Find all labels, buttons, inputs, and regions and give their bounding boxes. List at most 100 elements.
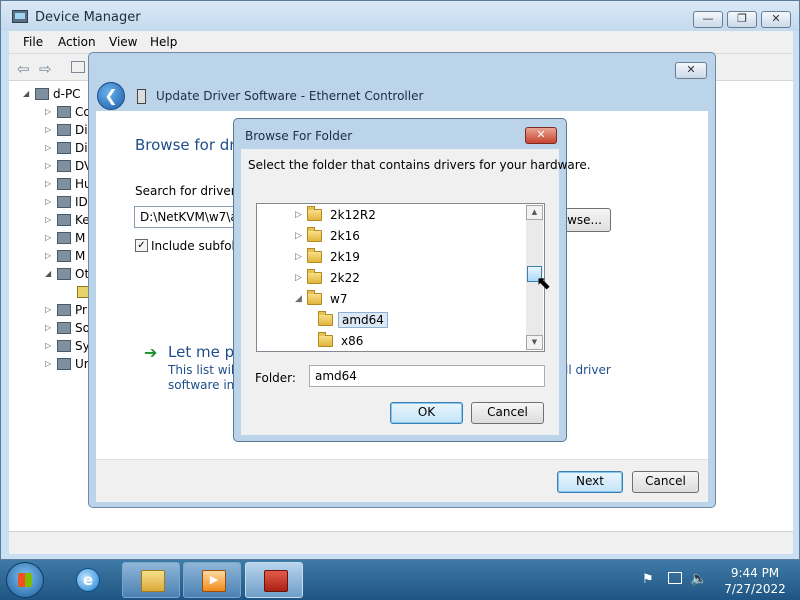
expand-icon[interactable]: ▷: [45, 341, 51, 350]
browse-cancel-button[interactable]: Cancel: [471, 402, 544, 424]
device-manager-titlebar[interactable]: Device Manager — ❐ ✕: [1, 1, 799, 31]
speaker-icon: [57, 322, 71, 334]
folder-label: Folder:: [255, 371, 296, 385]
back-arrow-icon[interactable]: ⇦: [17, 60, 30, 78]
expand-icon[interactable]: ▷: [45, 125, 51, 134]
expand-icon[interactable]: ▷: [295, 273, 302, 283]
driver-path-input[interactable]: D:\NetKVM\w7\an: [134, 206, 246, 228]
clock-date[interactable]: 7/27/2022: [715, 582, 795, 596]
wizard-title: Update Driver Software - Ethernet Contro…: [156, 89, 424, 103]
folder-item-2k12r2[interactable]: ▷ 2k12R2: [295, 206, 405, 226]
folder-input[interactable]: amd64: [309, 365, 545, 387]
folder-icon: [318, 311, 333, 326]
folder-tree: ▷ 2k12R2 ▷ 2k16 ▷ 2k19 ▷ 2k22 ◢ w7 amd64: [256, 203, 545, 352]
status-bar: [9, 531, 793, 554]
folder-icon: [307, 269, 322, 284]
collapse-icon[interactable]: ◢: [45, 269, 51, 278]
folder-icon: [307, 248, 322, 263]
let-me-pick-link[interactable]: Let me pi: [168, 343, 238, 361]
browse-for-folder-dialog: Browse For Folder ✕ Select the folder th…: [233, 118, 591, 442]
device-category-icon: [57, 304, 71, 316]
wizard-footer: Next Cancel: [96, 459, 708, 502]
expand-icon[interactable]: ▷: [45, 305, 51, 314]
taskbar-explorer-button[interactable]: [122, 562, 180, 598]
collapse-icon[interactable]: ◢: [23, 89, 29, 98]
wizard-close-button[interactable]: ✕: [675, 62, 707, 79]
green-arrow-icon: ➔: [144, 343, 158, 362]
network-icon[interactable]: [668, 572, 682, 584]
internet-explorer-icon[interactable]: e: [70, 564, 106, 596]
device-manager-icon: [12, 10, 28, 23]
minimize-button[interactable]: —: [693, 11, 723, 28]
device-category-icon: [57, 196, 71, 208]
taskbar-media-button[interactable]: ▶: [183, 562, 241, 598]
media-player-icon: ▶: [202, 570, 226, 592]
menu-help[interactable]: Help: [150, 35, 177, 49]
device-category-icon: [57, 250, 71, 262]
device-manager-title: Device Manager: [35, 10, 141, 25]
device-category-icon: [57, 160, 71, 172]
folder-item-w7[interactable]: ◢ w7: [295, 290, 405, 310]
expand-icon[interactable]: ▷: [295, 231, 302, 241]
menu-file[interactable]: File: [23, 35, 43, 49]
usb-icon: [57, 358, 71, 370]
browse-instruction: Select the folder that contains drivers …: [248, 158, 591, 172]
wizard-cancel-button[interactable]: Cancel: [632, 471, 699, 493]
forward-arrow-icon[interactable]: ⇨: [39, 60, 52, 78]
folder-item-2k16[interactable]: ▷ 2k16: [295, 227, 405, 247]
back-button[interactable]: ❮: [97, 82, 125, 110]
collapse-icon[interactable]: ◢: [295, 294, 302, 304]
scroll-up-arrow-icon[interactable]: ▲: [526, 205, 543, 220]
windows-logo-icon: [18, 573, 32, 587]
expand-icon[interactable]: ▷: [45, 107, 51, 116]
device-category-icon: [57, 232, 71, 244]
browse-dialog-title: Browse For Folder: [245, 129, 353, 143]
next-button[interactable]: Next: [557, 471, 623, 493]
let-me-pick-description-line2: software in t: [168, 378, 243, 392]
device-category-icon: [57, 106, 71, 118]
device-category-icon: [57, 268, 71, 280]
expand-icon[interactable]: ▷: [45, 359, 51, 368]
folder-item-2k22[interactable]: ▷ 2k22: [295, 269, 405, 289]
action-center-flag-icon[interactable]: ⚑: [642, 572, 654, 587]
folder-item-2k19[interactable]: ▷ 2k19: [295, 248, 405, 268]
close-button[interactable]: ✕: [761, 11, 791, 28]
let-me-pick-description-tail: ll driver: [565, 363, 611, 377]
device-category-icon: [57, 178, 71, 190]
folder-icon: [318, 332, 333, 347]
folder-item-amd64[interactable]: amd64: [306, 311, 416, 331]
expand-icon[interactable]: ▷: [295, 252, 302, 262]
folder-icon: [307, 227, 322, 242]
wizard-heading: Browse for dri: [135, 136, 240, 154]
browse-dialog-close-button[interactable]: ✕: [525, 127, 557, 144]
taskbar-device-manager-button[interactable]: [245, 562, 303, 598]
expand-icon[interactable]: ▷: [45, 179, 51, 188]
device-category-icon: [57, 124, 71, 136]
device-category-icon: [57, 142, 71, 154]
expand-icon[interactable]: ▷: [45, 161, 51, 170]
maximize-button[interactable]: ❐: [727, 11, 757, 28]
volume-icon[interactable]: 🔈: [690, 571, 707, 587]
clock-time[interactable]: 9:44 PM: [715, 566, 795, 580]
expand-icon[interactable]: ▷: [45, 215, 51, 224]
expand-icon[interactable]: ▷: [45, 143, 51, 152]
expand-icon[interactable]: ▷: [45, 323, 51, 332]
expand-icon[interactable]: ▷: [45, 197, 51, 206]
expand-icon[interactable]: ▷: [45, 233, 51, 242]
menu-action[interactable]: Action: [58, 35, 96, 49]
menu-bar: File Action View Help: [9, 31, 793, 53]
properties-icon[interactable]: [71, 61, 85, 73]
menu-view[interactable]: View: [109, 35, 137, 49]
windows-start-icon[interactable]: [6, 562, 44, 598]
folder-icon: [307, 290, 322, 305]
ok-button[interactable]: OK: [390, 402, 463, 424]
device-category-icon: [57, 214, 71, 226]
folder-item-x86[interactable]: x86: [306, 332, 416, 351]
expand-icon[interactable]: ▷: [45, 251, 51, 260]
scroll-down-arrow-icon[interactable]: ▼: [526, 335, 543, 350]
folder-icon: [307, 206, 322, 221]
include-subfolders-label: Include subfold: [151, 239, 243, 253]
mouse-cursor-icon: ⬉: [536, 273, 552, 294]
include-subfolders-checkbox[interactable]: ✓: [135, 239, 148, 252]
expand-icon[interactable]: ▷: [295, 210, 302, 220]
